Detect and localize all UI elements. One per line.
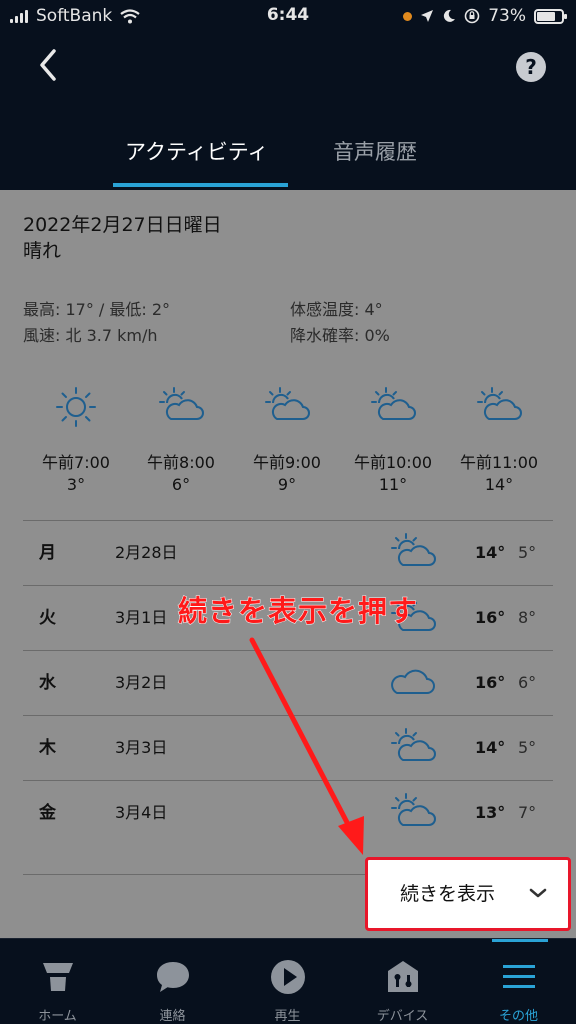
low-temp: 5° xyxy=(518,738,537,757)
day-date: 3月1日 xyxy=(115,608,168,627)
daily-row: 水 3月2日 16° 6° xyxy=(23,651,553,715)
day-of-week: 月 xyxy=(39,543,56,563)
menu-icon xyxy=(502,965,535,988)
help-button[interactable]: ? xyxy=(516,52,546,82)
partly-cloudy-icon xyxy=(391,533,436,566)
hourly-time: 午前11:00 xyxy=(459,453,539,472)
battery-label: 73% xyxy=(488,6,526,26)
nav-home-label: ホーム xyxy=(38,1009,77,1024)
feels-like-temp: 体感温度: 4° xyxy=(290,300,383,319)
annotation-text: 続きを表示を押す xyxy=(177,594,419,629)
show-more-label: 続きを表示 xyxy=(400,883,496,905)
daily-row: 木 3月3日 14° 5° xyxy=(23,716,553,780)
day-date: 2月28日 xyxy=(115,543,178,562)
hourly-time: 午前7:00 xyxy=(42,453,110,472)
high-temp: 16° xyxy=(475,608,506,627)
partly-cloudy-icon xyxy=(371,387,416,420)
chevron-left-icon xyxy=(40,49,56,81)
high-temp: 13° xyxy=(475,803,506,822)
show-more-button[interactable]: 続きを表示 xyxy=(365,857,571,931)
day-date: 3月2日 xyxy=(115,673,168,692)
hourly-temp: 14° xyxy=(484,475,514,494)
weather-condition: 晴れ xyxy=(23,240,62,262)
devices-icon xyxy=(387,961,418,992)
nav-more-label: その他 xyxy=(498,1009,538,1024)
nav-home[interactable]: ホーム xyxy=(0,939,115,1024)
day-of-week: 金 xyxy=(39,803,56,823)
partly-cloudy-icon xyxy=(391,728,436,761)
hourly-item: 午前9:00 9° xyxy=(237,385,337,494)
daily-row: 月 2月28日 14° 5° xyxy=(23,521,553,585)
partly-cloudy-icon xyxy=(477,387,522,420)
nav-play[interactable]: 再生 xyxy=(230,939,345,1024)
wind-speed: 風速: 北 3.7 km/h xyxy=(23,326,158,345)
battery-icon xyxy=(534,8,567,24)
tab-activity[interactable]: アクティビティ xyxy=(125,136,268,166)
day-date: 3月4日 xyxy=(115,803,168,822)
day-of-week: 水 xyxy=(39,673,56,693)
chevron-down-icon xyxy=(529,888,547,898)
screen: SoftBank 6:44 73% ? アクティビティ 音声履歴 2022年2月… xyxy=(0,0,576,1024)
hourly-temp: 3° xyxy=(66,475,86,494)
tab-bar: アクティビティ 音声履歴 xyxy=(0,130,576,190)
hourly-time: 午前8:00 xyxy=(147,453,215,472)
chat-bubble-icon xyxy=(156,962,189,992)
battery-fill xyxy=(537,11,555,21)
tab-voice-history[interactable]: 音声履歴 xyxy=(333,136,417,166)
sun-icon xyxy=(56,387,96,427)
precip-chance: 降水確率: 0% xyxy=(290,326,390,345)
weather-card: 2022年2月27日日曜日 晴れ 最高: 17° / 最低: 2° 風速: 北 … xyxy=(0,190,576,938)
partly-cloudy-icon xyxy=(265,387,310,420)
hourly-item: 午前7:00 3° xyxy=(26,385,126,494)
moon-icon xyxy=(444,9,456,22)
status-bar: SoftBank 6:44 73% xyxy=(0,0,576,34)
hourly-item: 午前10:00 11° xyxy=(343,385,443,494)
high-temp: 16° xyxy=(475,673,506,692)
location-icon xyxy=(421,10,434,22)
back-button[interactable] xyxy=(30,45,66,85)
hourly-temp: 11° xyxy=(378,475,408,494)
nav-devices-label: デバイス xyxy=(376,1009,429,1024)
home-icon xyxy=(42,963,73,991)
partly-cloudy-icon xyxy=(159,387,204,420)
partly-cloudy-icon xyxy=(391,793,436,826)
rotation-lock-icon xyxy=(464,8,480,24)
active-tab-indicator xyxy=(113,183,288,187)
day-date: 3月3日 xyxy=(115,738,168,757)
daily-row: 金 3月4日 13° 7° xyxy=(23,781,553,845)
nav-contacts-label: 連絡 xyxy=(159,1009,186,1024)
hourly-item: 午前8:00 6° xyxy=(131,385,231,494)
hourly-time: 午前9:00 xyxy=(253,453,321,472)
low-temp: 8° xyxy=(518,608,537,627)
hourly-temp: 9° xyxy=(277,475,297,494)
day-of-week: 木 xyxy=(39,738,56,758)
weather-date: 2022年2月27日日曜日 xyxy=(23,214,222,236)
high-temp: 14° xyxy=(475,738,506,757)
hourly-temp: 6° xyxy=(171,475,191,494)
nav-devices[interactable]: デバイス xyxy=(345,939,460,1024)
mic-indicator-icon xyxy=(403,11,413,21)
low-temp: 6° xyxy=(518,673,537,692)
nav-play-label: 再生 xyxy=(274,1009,301,1024)
nav-contacts[interactable]: 連絡 xyxy=(115,939,230,1024)
low-temp: 7° xyxy=(518,803,537,822)
bottom-nav: ホーム 連絡 再生 デバイス その他 xyxy=(0,938,576,1024)
nav-more[interactable]: その他 xyxy=(461,939,576,1024)
day-of-week: 火 xyxy=(39,608,56,628)
low-temp: 5° xyxy=(518,543,537,562)
cloud-icon xyxy=(391,669,435,694)
high-low-temp: 最高: 17° / 最低: 2° xyxy=(23,300,171,319)
hourly-time: 午前10:00 xyxy=(353,453,433,472)
status-right: 73% xyxy=(403,6,567,26)
high-temp: 14° xyxy=(475,543,506,562)
hourly-item: 午前11:00 14° xyxy=(449,385,549,494)
play-icon xyxy=(270,960,305,994)
